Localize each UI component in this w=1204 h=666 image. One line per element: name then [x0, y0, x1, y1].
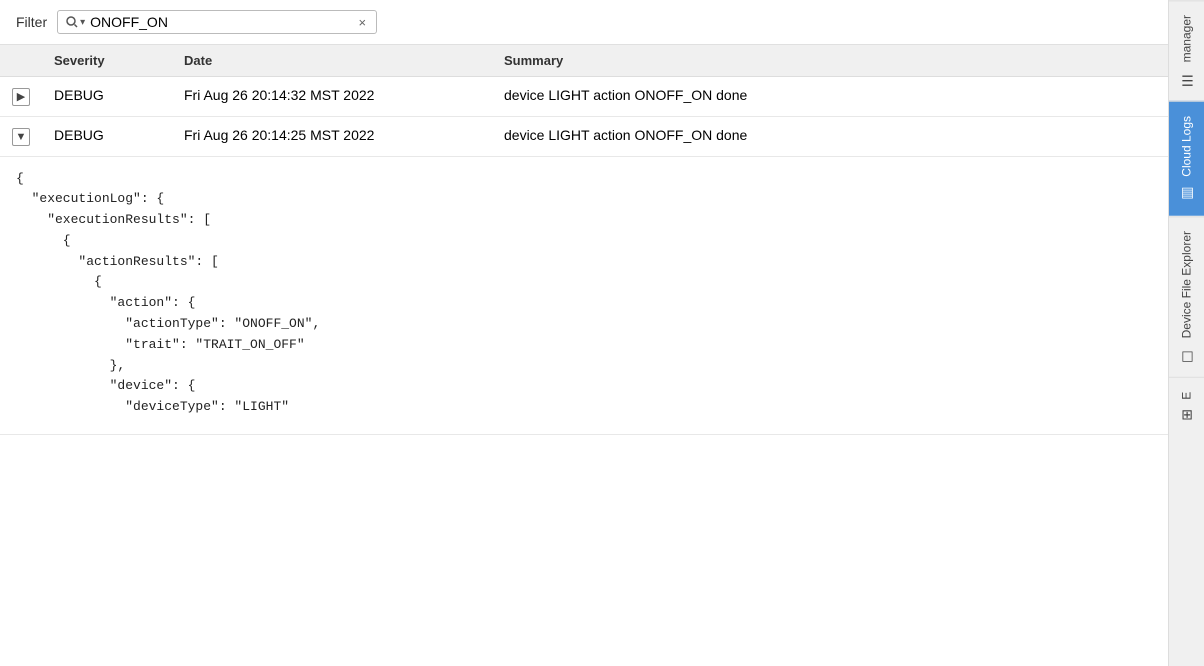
severity-cell: DEBUG [42, 77, 172, 117]
device-file-icon: ☐ [1179, 347, 1195, 363]
severity-cell: DEBUG [42, 116, 172, 156]
sidebar-tab-manager-label: manager [1180, 15, 1194, 62]
cloud-logs-icon: ▤ [1179, 186, 1195, 202]
sidebar-tab-cloud-logs[interactable]: ▤ Cloud Logs [1169, 101, 1204, 216]
filter-input-wrapper: ▾ × [57, 10, 377, 34]
table-header: Severity Date Summary [0, 45, 1168, 77]
col-header-date: Date [172, 45, 492, 77]
sidebar-tab-extra[interactable]: ⊞ E [1169, 377, 1204, 435]
date-cell: Fri Aug 26 20:14:32 MST 2022 [172, 77, 492, 117]
sidebar-tab-manager[interactable]: ☰ manager [1169, 0, 1204, 101]
date-cell: Fri Aug 26 20:14:25 MST 2022 [172, 116, 492, 156]
filter-dropdown-icon[interactable]: ▾ [80, 17, 85, 28]
expand-cell: ▶ [0, 77, 42, 117]
summary-cell: device LIGHT action ONOFF_ON done [492, 77, 1168, 117]
main-panel: Filter ▾ × Severity Date Summary [0, 0, 1168, 666]
table-row: ▶ DEBUG Fri Aug 26 20:14:32 MST 2022 dev… [0, 77, 1168, 117]
sidebar-tab-extra-label: E [1180, 392, 1194, 400]
table-row: ▼ DEBUG Fri Aug 26 20:14:25 MST 2022 dev… [0, 116, 1168, 156]
expand-cell: ▼ [0, 116, 42, 156]
expanded-detail-row: { "executionLog": { "executionResults": … [0, 156, 1168, 435]
json-detail-cell: { "executionLog": { "executionResults": … [0, 156, 1168, 435]
json-content: { "executionLog": { "executionResults": … [0, 157, 1168, 435]
extra-icon: ⊞ [1179, 409, 1195, 421]
sidebar-tab-device-file-explorer[interactable]: ☐ Device File Explorer [1169, 216, 1204, 377]
col-header-expand [0, 45, 42, 77]
right-sidebar: ☰ manager ▤ Cloud Logs ☐ Device File Exp… [1168, 0, 1204, 666]
summary-cell: device LIGHT action ONOFF_ON done [492, 116, 1168, 156]
sidebar-tab-cloud-logs-label: Cloud Logs [1180, 116, 1194, 177]
log-table: Severity Date Summary ▶ DEBUG Fri Aug 26… [0, 45, 1168, 435]
search-filter-icon: ▾ [66, 16, 85, 28]
table-body: ▶ DEBUG Fri Aug 26 20:14:32 MST 2022 dev… [0, 77, 1168, 435]
collapse-button[interactable]: ▼ [12, 128, 30, 146]
log-table-wrapper: Severity Date Summary ▶ DEBUG Fri Aug 26… [0, 45, 1168, 666]
expand-button[interactable]: ▶ [12, 88, 30, 106]
filter-input[interactable] [90, 14, 351, 30]
col-header-summary: Summary [492, 45, 1168, 77]
filter-clear-button[interactable]: × [357, 15, 369, 30]
col-header-severity: Severity [42, 45, 172, 77]
sidebar-tab-device-file-label: Device File Explorer [1180, 231, 1194, 338]
filter-bar: Filter ▾ × [0, 0, 1168, 45]
manager-icon: ☰ [1179, 71, 1195, 87]
filter-label: Filter [16, 14, 47, 30]
